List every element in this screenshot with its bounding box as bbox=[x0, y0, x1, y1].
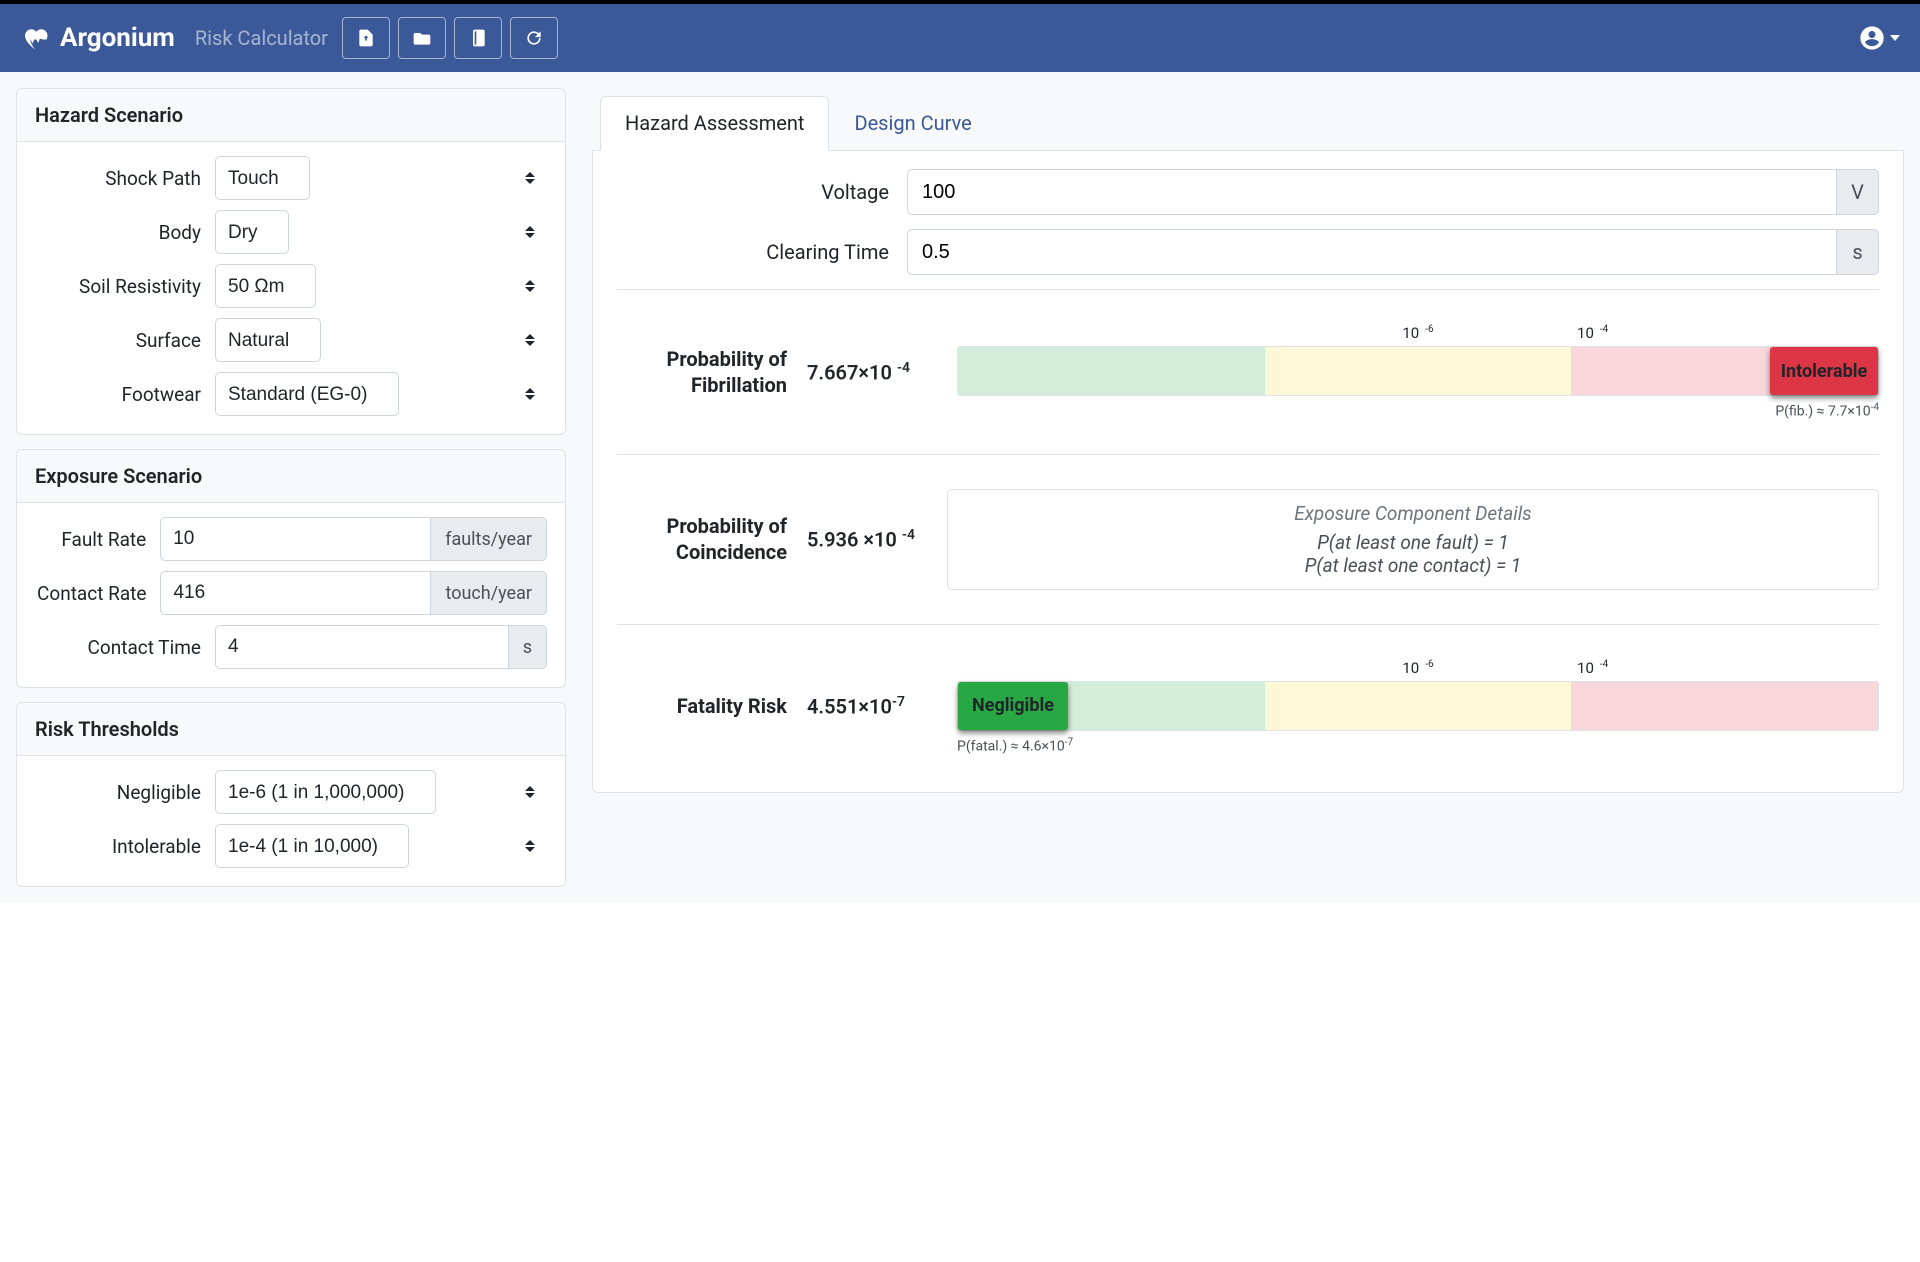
right-column: Hazard Assessment Design Curve Voltage V… bbox=[592, 88, 1904, 887]
refresh-button[interactable] bbox=[510, 17, 558, 59]
fibrillation-gauge: .10-610-4 Intolerable P(fib.) ≈ 7.7×10-4 bbox=[947, 324, 1879, 420]
risk-thresholds-title: Risk Thresholds bbox=[17, 703, 565, 756]
page-subtitle: Risk Calculator bbox=[195, 26, 328, 50]
exposure-scenario-card: Exposure Scenario Fault Rate faults/year… bbox=[16, 449, 566, 688]
voltage-label: Voltage bbox=[617, 180, 907, 204]
clearing-time-unit: s bbox=[1837, 229, 1879, 275]
contact-time-unit: s bbox=[509, 625, 547, 669]
exposure-scenario-title: Exposure Scenario bbox=[17, 450, 565, 503]
negligible-select[interactable]: 1e-6 (1 in 1,000,000) bbox=[215, 770, 436, 814]
brand: Argonium bbox=[20, 23, 175, 53]
exposure-details-title: Exposure Component Details bbox=[964, 502, 1862, 525]
voltage-unit: V bbox=[1837, 169, 1879, 215]
soil-resistivity-label: Soil Resistivity bbox=[35, 275, 215, 298]
user-menu[interactable] bbox=[1858, 24, 1900, 52]
fibrillation-label: Probability of Fibrillation bbox=[617, 346, 807, 398]
hazard-scenario-card: Hazard Scenario Shock Path Touch Body Dr… bbox=[16, 88, 566, 435]
coincidence-result: Probability of Coincidence 5.936 ×10 -4 … bbox=[617, 469, 1879, 610]
shock-path-select[interactable]: Touch bbox=[215, 156, 310, 200]
tab-hazard-assessment[interactable]: Hazard Assessment bbox=[600, 96, 829, 151]
fibrillation-value: 7.667×10 -4 bbox=[807, 360, 947, 385]
book-button[interactable] bbox=[454, 17, 502, 59]
divider bbox=[617, 624, 1879, 625]
main-content: Hazard Scenario Shock Path Touch Body Dr… bbox=[0, 72, 1920, 903]
fatality-result: Fatality Risk 4.551×10-7 .10-610-4 Negli… bbox=[617, 639, 1879, 775]
toolbar bbox=[342, 17, 558, 59]
footwear-label: Footwear bbox=[35, 383, 215, 406]
fatality-value: 4.551×10-7 bbox=[807, 694, 947, 719]
fatality-badge: Negligible bbox=[958, 682, 1068, 730]
caret-down-icon bbox=[1890, 35, 1900, 41]
left-column: Hazard Scenario Shock Path Touch Body Dr… bbox=[16, 88, 566, 887]
intolerable-label: Intolerable bbox=[35, 835, 215, 858]
download-button[interactable] bbox=[342, 17, 390, 59]
body-select[interactable]: Dry bbox=[215, 210, 289, 254]
voltage-input[interactable] bbox=[907, 169, 1837, 215]
assessment-panel: Voltage V Clearing Time s Probability of… bbox=[592, 151, 1904, 793]
clearing-time-input[interactable] bbox=[907, 229, 1837, 275]
heart-pulse-icon bbox=[20, 23, 50, 53]
fault-rate-input[interactable] bbox=[160, 517, 431, 561]
fatality-label: Fatality Risk bbox=[617, 693, 807, 719]
body-label: Body bbox=[35, 221, 215, 244]
fatality-caption: P(fatal.) ≈ 4.6×10-7 bbox=[957, 731, 1879, 755]
folder-open-icon bbox=[412, 28, 432, 48]
clearing-time-label: Clearing Time bbox=[617, 240, 907, 264]
brand-text: Argonium bbox=[60, 23, 175, 53]
fibrillation-caption: P(fib.) ≈ 7.7×10-4 bbox=[957, 396, 1879, 420]
exposure-detail-line: P(at least one fault) = 1 bbox=[964, 531, 1862, 554]
fibrillation-result: Probability of Fibrillation 7.667×10 -4 … bbox=[617, 304, 1879, 440]
coincidence-value: 5.936 ×10 -4 bbox=[807, 527, 947, 552]
tabs: Hazard Assessment Design Curve bbox=[592, 88, 1904, 151]
contact-rate-label: Contact Rate bbox=[35, 582, 160, 605]
fault-rate-label: Fault Rate bbox=[35, 528, 160, 551]
download-icon bbox=[356, 28, 376, 48]
negligible-label: Negligible bbox=[35, 781, 215, 804]
risk-thresholds-card: Risk Thresholds Negligible 1e-6 (1 in 1,… bbox=[16, 702, 566, 887]
surface-select[interactable]: Natural bbox=[215, 318, 321, 362]
navbar: Argonium Risk Calculator bbox=[0, 4, 1920, 72]
book-icon bbox=[468, 28, 488, 48]
divider bbox=[617, 289, 1879, 290]
contact-rate-input[interactable] bbox=[160, 571, 431, 615]
tab-design-curve[interactable]: Design Curve bbox=[829, 96, 996, 150]
coincidence-label: Probability of Coincidence bbox=[617, 513, 807, 565]
soil-resistivity-select[interactable]: 50 Ωm bbox=[215, 264, 316, 308]
fibrillation-badge: Intolerable bbox=[1770, 347, 1878, 395]
contact-time-input[interactable] bbox=[215, 625, 509, 669]
divider bbox=[617, 454, 1879, 455]
fatality-gauge: .10-610-4 Negligible P(fatal.) ≈ 4.6×10-… bbox=[947, 659, 1879, 755]
fault-rate-unit: faults/year bbox=[431, 517, 547, 561]
hazard-scenario-title: Hazard Scenario bbox=[17, 89, 565, 142]
exposure-details: Exposure Component Details P(at least on… bbox=[947, 489, 1879, 590]
shock-path-label: Shock Path bbox=[35, 167, 215, 190]
intolerable-select[interactable]: 1e-4 (1 in 10,000) bbox=[215, 824, 409, 868]
contact-time-label: Contact Time bbox=[35, 636, 215, 659]
surface-label: Surface bbox=[35, 329, 215, 352]
contact-rate-unit: touch/year bbox=[431, 571, 547, 615]
user-circle-icon bbox=[1858, 24, 1886, 52]
refresh-icon bbox=[524, 28, 544, 48]
footwear-select[interactable]: Standard (EG-0) bbox=[215, 372, 399, 416]
open-folder-button[interactable] bbox=[398, 17, 446, 59]
exposure-detail-line: P(at least one contact) = 1 bbox=[964, 554, 1862, 577]
